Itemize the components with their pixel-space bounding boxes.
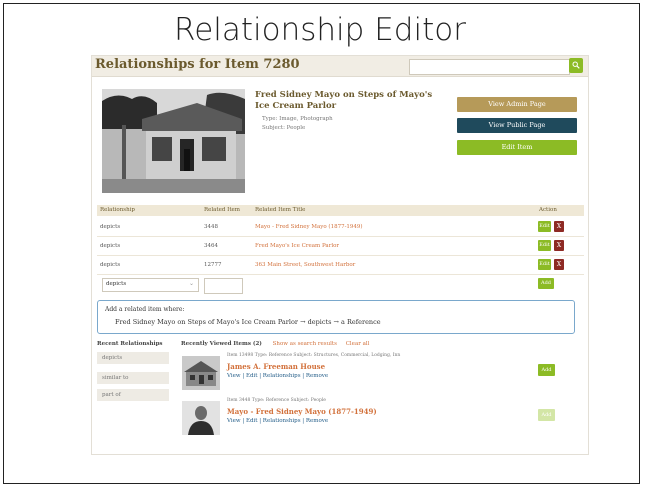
relationship-select-value: depicts [106,281,127,287]
recently-viewed-item: Item 3448 Type: Reference Subject: Peopl… [175,396,584,436]
item-links[interactable]: View | Edit | Relationships | Remove [227,418,328,424]
arrow-right-icon: → [333,318,339,326]
add-item-button[interactable]: Add [538,364,555,376]
related-item-id-input[interactable] [204,278,243,294]
hint-subject: Fred Sidney Mayo on Steps of Mayo's Ice … [115,318,298,326]
item-thumbnail [182,401,220,435]
show-search-results-link[interactable]: Show as search results [273,341,337,347]
header-relationship: Relationship [100,207,135,213]
header-title: Related Item Title [255,207,306,213]
row-relationship: depicts [100,262,121,268]
item-name-link[interactable]: James A. Freeman House [227,362,325,371]
row-relationship: depicts [100,224,121,230]
row-item-id: 12777 [204,262,222,268]
recent-relationship-label: part of [102,392,121,398]
table-header: Relationship Related Item Related Item T… [97,205,584,216]
screenshot-panel: Relationships for Item 7280 Fred Sidney … [91,55,589,455]
row-title-link[interactable]: Fred Mayo's Ice Cream Parlor [255,243,339,249]
recent-relationship-label: depicts [102,355,123,361]
row-edit-button[interactable]: Edit [538,221,551,232]
row-relationship: depicts [100,243,121,249]
table-row: depicts 12777 363 Main Street, Southwest… [97,256,584,275]
row-edit-button[interactable]: Edit [538,259,551,270]
hint-sentence: Fred Sidney Mayo on Steps of Mayo's Ice … [115,318,381,326]
search-button[interactable] [569,58,583,73]
item-photo [102,89,245,193]
row-item-id: 3464 [204,243,218,249]
item-thumbnail [182,356,220,390]
header-related-item: Related Item [204,207,241,213]
photo-image [102,89,245,193]
recently-viewed-header: Recently Viewed Items (2) Show as search… [181,341,369,347]
row-title-link[interactable]: 363 Main Street, Southwest Harbor [255,262,355,268]
row-remove-button[interactable]: X [554,221,564,232]
add-related-item-hint: Add a related item where: Fred Sidney Ma… [97,300,575,334]
hint-object: a Reference [341,318,381,326]
clear-all-link[interactable]: Clear all [346,341,370,347]
page-header: Relationships for Item 7280 [92,56,588,77]
row-remove-button[interactable]: X [554,240,564,251]
item-type: Type: Image, Photograph [262,116,333,122]
item-subject: Subject: People [262,125,306,131]
page-title: Relationships for Item 7280 [95,57,300,72]
table-row: depicts 3448 Mayo - Fred Sidney Mayo (18… [97,218,584,237]
item-title: Fred Sidney Mayo on Steps of Mayo's Ice … [255,90,433,111]
header-action: Action [539,207,557,213]
view-admin-page-button[interactable]: View Admin Page [457,97,577,112]
recent-relationship-label: similar to [102,375,129,381]
row-edit-button[interactable]: Edit [538,240,551,251]
item-links[interactable]: View | Edit | Relationships | Remove [227,373,328,379]
new-relationship-row: depicts ⌄ Add [97,275,584,294]
item-name-link[interactable]: Mayo - Fred Sidney Mayo (1877-1949) [227,407,377,416]
arrow-right-icon: → [300,318,306,326]
row-title-link[interactable]: Mayo - Fred Sidney Mayo (1877-1949) [255,224,363,230]
recent-relationship-item[interactable]: part of [97,389,169,401]
recent-relationship-item[interactable]: depicts [97,352,169,364]
row-item-id: 3448 [204,224,218,230]
slide-title: Relationship Editor [174,12,466,48]
view-public-page-button[interactable]: View Public Page [457,118,577,133]
recent-relationship-item[interactable]: similar to [97,372,169,384]
recently-viewed-item: Item 13498 Type: Reference Subject: Stru… [175,351,584,391]
chevron-down-icon: ⌄ [189,280,195,287]
recent-relationships-label: Recent Relationships [97,341,163,347]
item-meta: Item 13498 Type: Reference Subject: Stru… [227,353,401,358]
search-icon [572,61,580,69]
item-meta: Item 3448 Type: Reference Subject: Peopl… [227,398,326,403]
recently-viewed-label: Recently Viewed Items (2) [181,341,262,347]
relationship-select[interactable]: depicts ⌄ [102,278,199,292]
portrait-thumbnail-image [182,401,220,435]
add-item-button[interactable]: Add [538,409,555,421]
house-thumbnail-image [182,356,220,390]
recent-section: Recent Relationships Recently Viewed Ite… [97,341,584,453]
hint-label: Add a related item where: [105,306,185,313]
search-input[interactable] [409,59,570,75]
add-relationship-button[interactable]: Add [538,278,554,289]
table-row: depicts 3464 Fred Mayo's Ice Cream Parlo… [97,237,584,256]
hint-relation: depicts [307,318,332,326]
row-remove-button[interactable]: X [554,259,564,270]
edit-item-button[interactable]: Edit Item [457,140,577,155]
